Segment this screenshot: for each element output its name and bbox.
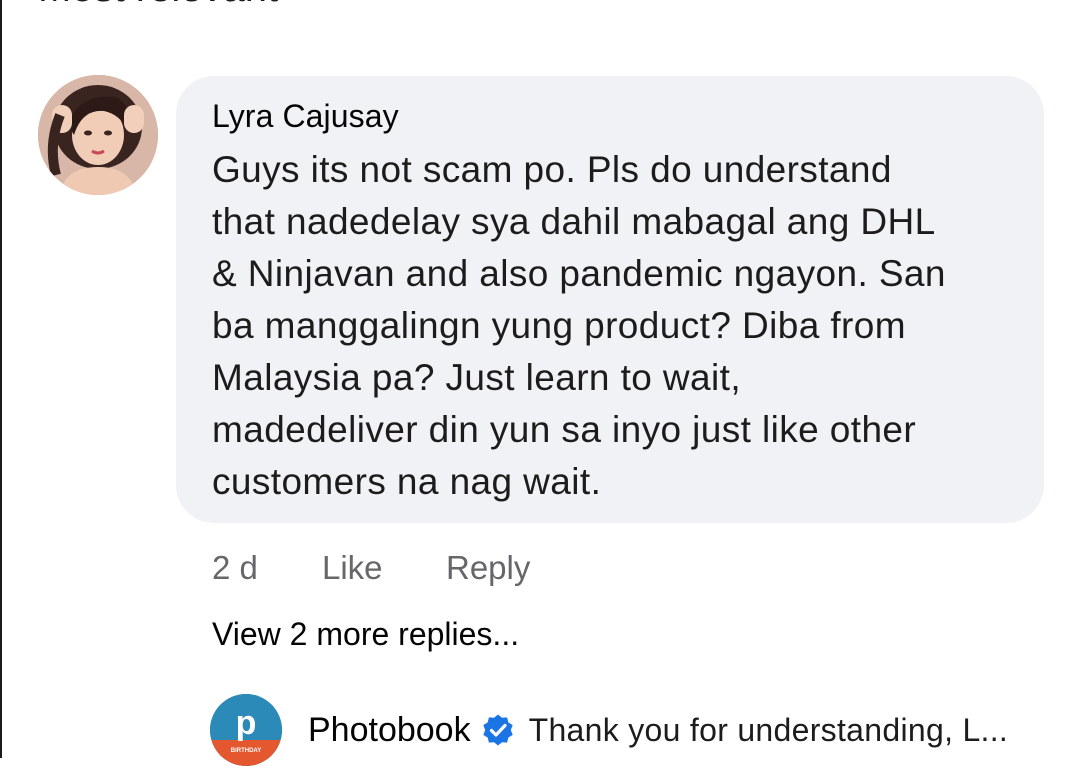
comment-line: madedeliver din yun sa inyo just like ot… (212, 409, 917, 450)
photobook-logo-icon: p BIRTHDAY (210, 694, 282, 766)
view-more-replies-link[interactable]: View 2 more replies... (212, 612, 519, 656)
comment-line: Malaysia pa? Just learn to wait, (212, 357, 741, 398)
verified-check-icon (482, 714, 513, 746)
reply-author-avatar[interactable]: p BIRTHDAY (210, 694, 282, 766)
comment-line: that nadedelay sya dahil mabagal ang DHL (212, 201, 936, 242)
comment-line: & Ninjavan and also pandemic ngayon. San (212, 253, 946, 294)
comment-line: Guys its not scam po. Pls do understand (212, 149, 892, 190)
reply-preview-text: Thank you for understanding, L... (528, 711, 1009, 748)
comment-author-name[interactable]: Lyra Cajusay (212, 96, 1008, 136)
comment-line: customers na nag wait. (212, 461, 602, 502)
comment-bubble: Lyra Cajusay Guys its not scam po. Pls d… (176, 76, 1044, 523)
reply-author-name[interactable]: Photobook (308, 711, 471, 750)
comment-actions: 2 d Like Reply (212, 546, 530, 590)
window-border (0, 0, 2, 758)
profile-photo-icon (38, 75, 158, 195)
reply-preview-row[interactable]: p BIRTHDAY Photobook Thank you for under… (210, 694, 1009, 766)
commenter-avatar[interactable] (38, 75, 158, 195)
comments-sort-heading[interactable]: Most relevant (38, 0, 278, 12)
like-button[interactable]: Like (322, 549, 446, 587)
logo-letter: p (236, 704, 257, 742)
logo-banner-text: BIRTHDAY (231, 748, 261, 754)
reply-button[interactable]: Reply (446, 549, 530, 587)
comment-body: Guys its not scam po. Pls do understand … (212, 144, 1008, 508)
comment-timestamp[interactable]: 2 d (212, 549, 322, 587)
comment-line: ba manggalingn yung product? Diba from (212, 305, 906, 346)
